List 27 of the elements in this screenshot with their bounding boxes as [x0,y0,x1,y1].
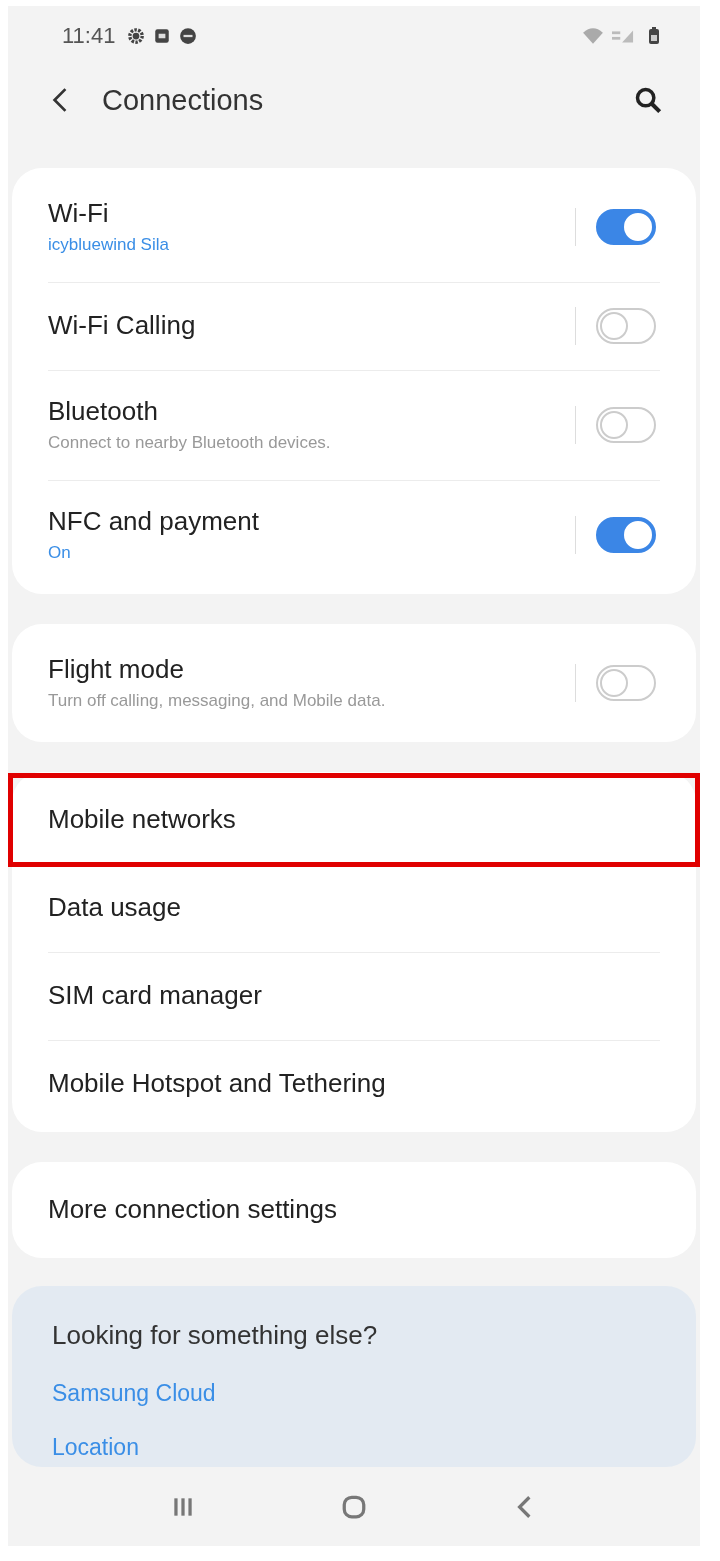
settings-item[interactable]: Flight mode Turn off calling, messaging, and Mobile data. [12,627,696,738]
page-title: Connections [102,83,264,117]
item-title: Mobile Hotspot and Tethering [48,1068,387,1100]
settings-item[interactable]: Mobile networks [12,775,696,864]
settings-item[interactable]: More connection settings [12,1165,696,1254]
item-title: More connection settings [48,1194,339,1226]
status-time: 11:41 [62,22,116,49]
settings-item[interactable]: Wi-Fi icybluewind Sila [12,171,696,282]
item-title: SIM card manager [48,980,263,1012]
settings-item[interactable]: NFC and payment On [12,479,696,590]
settings-item[interactable]: Wi-Fi Calling [12,281,696,370]
item-title: Mobile networks [48,804,237,836]
item-subtitle: Turn off calling, messaging, and Mobile data. [48,691,387,712]
item-subtitle: Connect to nearby Bluetooth devices. [48,433,332,454]
item-title: Flight mode [48,654,185,686]
settings-item[interactable]: Mobile Hotspot and Tethering [12,1039,696,1128]
settings-item[interactable]: SIM card manager [12,951,696,1040]
item-title: Wi-Fi Calling [48,310,197,342]
item-title: Bluetooth [48,396,159,428]
suggestions-title: Looking for something else? [52,1319,379,1351]
item-title: NFC and payment [48,506,260,538]
item-subtitle: icybluewind Sila [48,235,170,256]
item-title: Data usage [48,892,182,924]
settings-item[interactable]: Bluetooth Connect to nearby Bluetooth devices. [12,369,696,480]
item-title: Wi-Fi [48,198,110,230]
settings-item[interactable]: Data usage [12,863,696,952]
item-subtitle: On [48,543,72,564]
